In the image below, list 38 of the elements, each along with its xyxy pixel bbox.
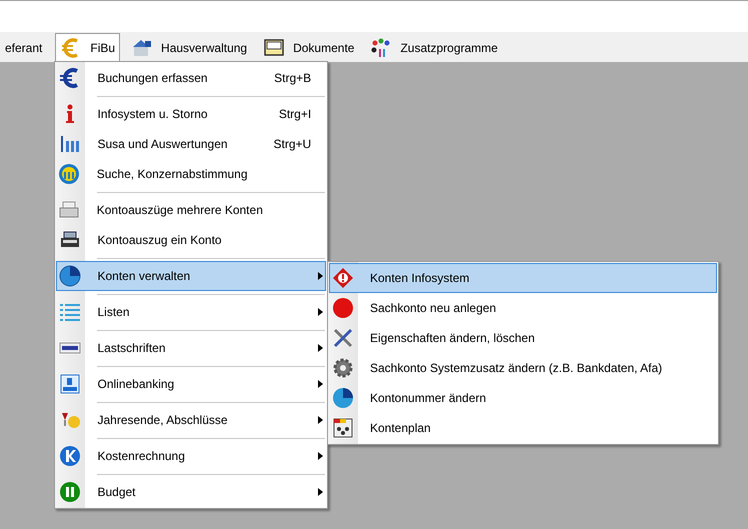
menu-bar-item[interactable]: Zusatzprogramme xyxy=(365,34,503,62)
menu-item[interactable]: Kostenrechnung xyxy=(56,441,326,471)
bar-chart-icon xyxy=(58,133,81,155)
menu-item[interactable]: Kontoauszüge mehrere Konten xyxy=(56,195,326,225)
filled-circle-icon xyxy=(332,297,354,319)
pie-chart-icon xyxy=(332,387,354,409)
k-circle-icon xyxy=(58,445,81,467)
submenu-item[interactable]: Sachkonto Systemzusatz ändern (z.B. Bankdaten, Afa) xyxy=(329,353,717,383)
menu-item[interactable]: Suche, Konzernabstimmung xyxy=(56,159,326,189)
menu-item[interactable]: Infosystem u. Storno Strg+I xyxy=(56,99,326,129)
building-icon xyxy=(58,163,80,185)
tray-icon xyxy=(263,37,286,59)
submenu-item[interactable]: Konten Infosystem xyxy=(329,263,717,293)
menu-item[interactable]: Lastschriften xyxy=(56,333,326,363)
submenu-item[interactable]: Kontonummer ändern xyxy=(329,383,717,413)
menu-item[interactable]: Budget xyxy=(56,477,326,507)
menu-bar-item[interactable]: eferant xyxy=(0,34,48,62)
submenu-item[interactable]: Eigenschaften ändern, löschen xyxy=(329,323,717,353)
colorful-dots-icon xyxy=(370,37,392,59)
warning-diamond-icon xyxy=(332,267,354,289)
submenu-item[interactable]: Sachkonto neu anlegen xyxy=(329,293,717,323)
menu-bar-item[interactable]: FiBu xyxy=(55,33,120,62)
euro-icon xyxy=(58,67,81,89)
menu-item[interactable]: Onlinebanking xyxy=(56,369,326,399)
menu-item[interactable]: Listen xyxy=(56,297,326,327)
gear-icon xyxy=(332,357,354,379)
pause-circle-icon xyxy=(58,481,81,503)
pie-chart-icon xyxy=(58,265,81,287)
menu-item[interactable]: Buchungen erfassen Strg+B xyxy=(56,63,326,93)
menu-bar-item[interactable]: Hausverwaltung xyxy=(126,34,252,62)
menu-item[interactable]: Jahresende, Abschlüsse xyxy=(56,405,326,435)
menu-item[interactable]: Kontoauszug ein Konto xyxy=(56,225,326,255)
menu-item[interactable]: Susa und Auswertungen Strg+U xyxy=(56,129,326,159)
list-icon xyxy=(58,301,81,323)
submenu-item[interactable]: Kontenplan xyxy=(329,413,717,443)
house-icon xyxy=(131,37,154,59)
menu-item[interactable]: Konten verwalten xyxy=(56,261,326,291)
bank-icon xyxy=(58,373,81,395)
